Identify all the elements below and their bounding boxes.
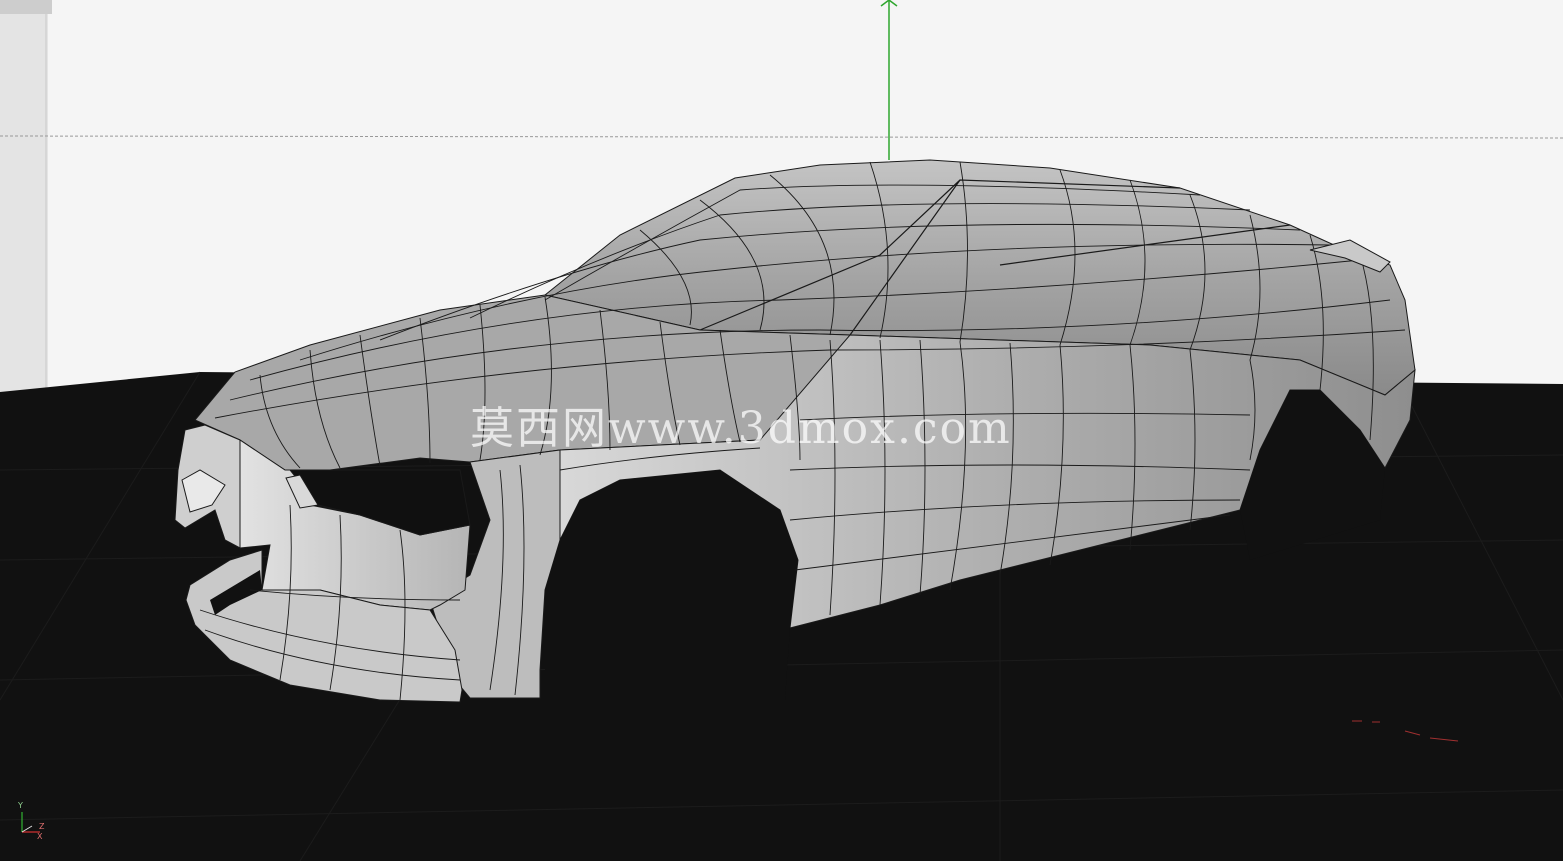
front-wheel-arch: [545, 470, 798, 700]
axis-x-label: X: [37, 832, 43, 841]
top-left-tab[interactable]: [0, 0, 52, 14]
axis-y-label: Y: [18, 801, 23, 810]
axis-z-label: Z: [39, 822, 45, 831]
left-tool-strip[interactable]: [0, 0, 48, 392]
viewport-canvas[interactable]: [0, 0, 1563, 861]
3d-viewport[interactable]: Y X Z 莫西网www.3dmox.com: [0, 0, 1563, 861]
